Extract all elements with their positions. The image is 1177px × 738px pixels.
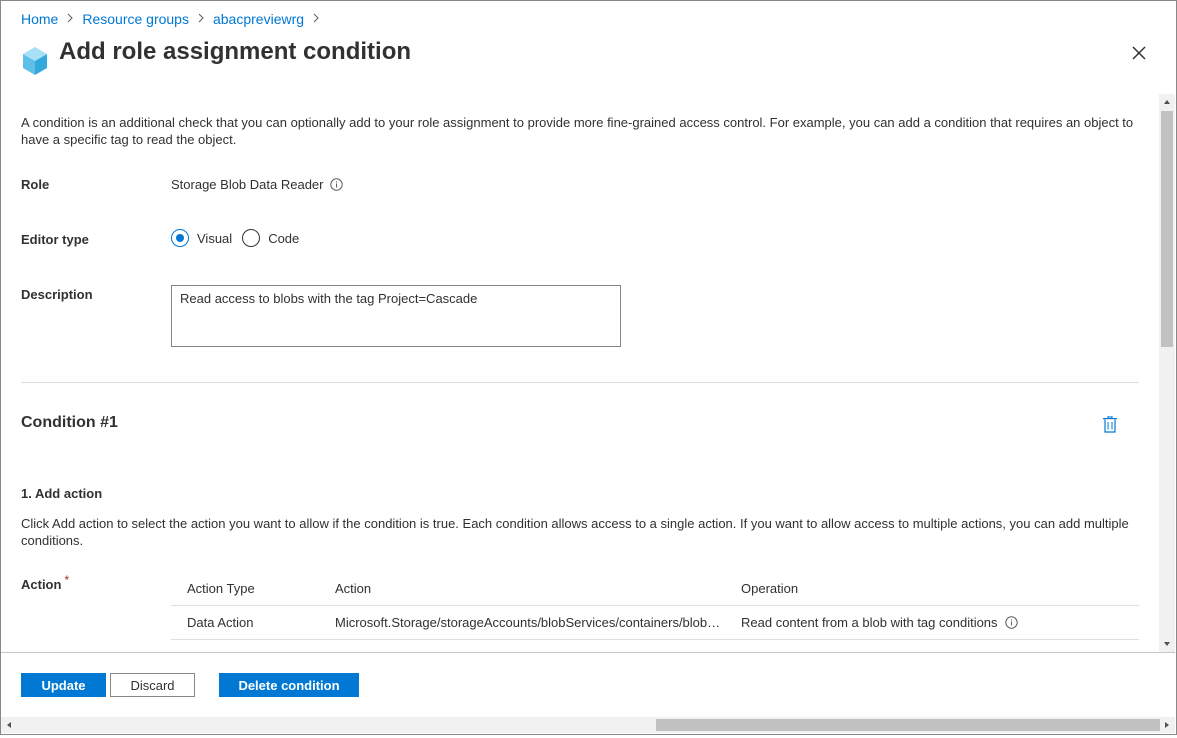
editor-type-radio-group: Visual Code xyxy=(171,229,309,247)
description-label: Description xyxy=(21,287,93,302)
update-button[interactable]: Update xyxy=(21,673,106,697)
action-label: Action * xyxy=(21,573,69,592)
scroll-down-arrow-icon[interactable] xyxy=(1159,636,1175,652)
vertical-scroll-thumb[interactable] xyxy=(1161,111,1173,347)
column-header-action: Action xyxy=(335,581,372,596)
description-textarea[interactable]: Read access to blobs with the tag Projec… xyxy=(171,285,621,347)
action-label-text: Action xyxy=(21,577,62,592)
info-icon[interactable] xyxy=(330,178,344,191)
scroll-left-arrow-icon[interactable] xyxy=(1,717,17,733)
cell-action: Microsoft.Storage/storageAccounts/blobSe… xyxy=(335,615,725,630)
breadcrumb-resource-groups[interactable]: Resource groups xyxy=(82,11,189,27)
role-name: Storage Blob Data Reader xyxy=(171,177,324,192)
cube-icon xyxy=(22,46,48,76)
trash-icon[interactable] xyxy=(1103,415,1117,433)
content-area: A condition is an additional check that … xyxy=(1,94,1159,652)
radio-unselected-icon xyxy=(242,229,261,247)
radio-visual[interactable]: Visual xyxy=(171,229,232,247)
discard-button[interactable]: Discard xyxy=(110,673,195,697)
horizontal-scrollbar[interactable] xyxy=(1,717,1175,733)
radio-visual-label: Visual xyxy=(197,230,233,246)
condition-title: Condition #1 xyxy=(21,414,118,431)
delete-condition-button[interactable]: Delete condition xyxy=(219,673,359,697)
breadcrumb-home[interactable]: Home xyxy=(21,11,58,27)
cell-operation: Read content from a blob with tag condit… xyxy=(725,615,1139,630)
column-header-action-type: Action Type xyxy=(187,581,255,596)
vertical-scrollbar[interactable] xyxy=(1159,94,1175,652)
chevron-right-icon xyxy=(198,12,204,26)
horizontal-scroll-thumb[interactable] xyxy=(656,719,1160,731)
scroll-up-arrow-icon[interactable] xyxy=(1159,94,1175,110)
table-header-row: Action Type Action Operation xyxy=(171,572,1139,606)
scroll-right-arrow-icon[interactable] xyxy=(1159,717,1175,733)
chevron-right-icon xyxy=(313,12,319,26)
column-header-operation: Operation xyxy=(741,581,799,596)
chevron-right-icon xyxy=(67,12,74,26)
role-value: Storage Blob Data Reader xyxy=(171,177,344,192)
editor-type-label: Editor type xyxy=(21,232,89,247)
intro-text: A condition is an additional check that … xyxy=(21,115,1134,147)
radio-selected-icon xyxy=(171,229,189,247)
divider xyxy=(21,382,1139,383)
page-title: Add role assignment condition xyxy=(59,38,412,65)
close-icon[interactable] xyxy=(1128,42,1150,64)
breadcrumb: Home Resource groups abacpreviewrg xyxy=(21,11,328,27)
action-table: Action Type Action Operation Data Action… xyxy=(171,572,1139,640)
role-label: Role xyxy=(21,177,50,192)
breadcrumb-abacpreviewrg[interactable]: abacpreviewrg xyxy=(213,11,304,27)
info-icon[interactable] xyxy=(1004,616,1018,629)
radio-code[interactable]: Code xyxy=(242,229,299,247)
radio-code-label: Code xyxy=(268,230,300,246)
step-title: 1. Add action xyxy=(21,486,103,501)
footer: Update Discard Delete condition xyxy=(1,652,1175,716)
required-mark: * xyxy=(64,573,70,587)
cell-action-type: Data Action xyxy=(187,615,254,630)
cell-operation-text: Read content from a blob with tag condit… xyxy=(741,615,998,630)
table-row[interactable]: Data Action Microsoft.Storage/storageAcc… xyxy=(171,606,1139,640)
step-text: Click Add action to select the action yo… xyxy=(21,516,1129,548)
